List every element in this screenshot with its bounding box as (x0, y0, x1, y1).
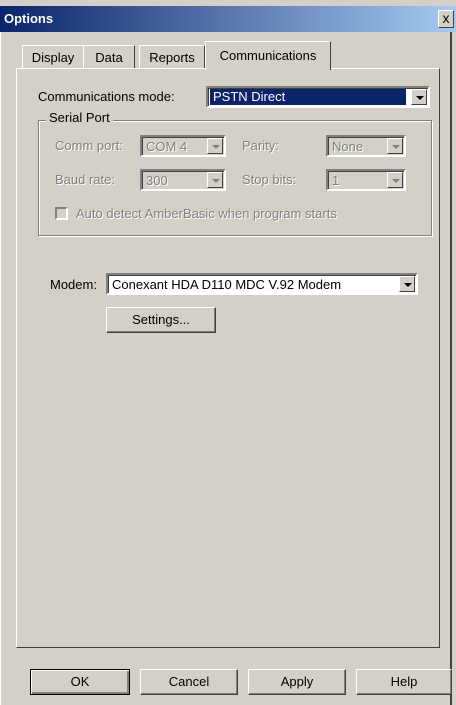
chevron-down-icon[interactable] (207, 172, 223, 188)
close-icon: x (442, 10, 450, 26)
modem-settings-button[interactable]: Settings... (106, 307, 216, 333)
cancel-button-label: Cancel (168, 674, 210, 689)
serial-port-group-title: Serial Port (46, 110, 113, 125)
title-bar[interactable]: Options x (0, 6, 456, 32)
baud-rate-value: 300 (146, 173, 168, 188)
help-button[interactable]: Help (356, 669, 452, 695)
modem-value: Conexant HDA D110 MDC V.92 Modem (112, 277, 342, 292)
stop-bits-value: 1 (332, 173, 340, 188)
communications-mode-label: Communications mode: (38, 89, 175, 104)
baud-rate-select[interactable]: 300 (140, 169, 226, 191)
chevron-down-icon[interactable] (207, 138, 223, 154)
help-button-label: Help (390, 674, 418, 689)
close-button[interactable]: x (438, 10, 454, 28)
cancel-button[interactable]: Cancel (140, 669, 238, 695)
chevron-down-icon[interactable] (387, 138, 403, 154)
tab-communications[interactable]: Communications (205, 41, 331, 70)
ok-button-label: OK (70, 674, 90, 689)
tab-data-label: Data (95, 50, 123, 65)
auto-detect-label: Auto detect AmberBasic when program star… (76, 206, 337, 221)
chevron-down-icon[interactable] (399, 276, 415, 292)
modem-label: Modem: (50, 277, 97, 292)
window-title: Options (4, 11, 54, 26)
communications-mode-select[interactable]: PSTN Direct (206, 86, 430, 108)
parity-label: Parity: (242, 138, 279, 153)
comm-port-value: COM 4 (146, 139, 188, 154)
parity-value: None (332, 139, 364, 154)
apply-button[interactable]: Apply (248, 669, 346, 695)
parity-select[interactable]: None (326, 135, 406, 157)
apply-button-label: Apply (280, 674, 314, 689)
tab-reports-label: Reports (149, 50, 195, 65)
auto-detect-checkbox[interactable] (55, 207, 68, 220)
ok-button[interactable]: OK (30, 669, 130, 695)
stop-bits-select[interactable]: 1 (326, 169, 406, 191)
communications-mode-value: PSTN Direct (210, 89, 406, 105)
stop-bits-label: Stop bits: (242, 172, 297, 187)
tab-reports[interactable]: Reports (139, 45, 205, 68)
tab-display[interactable]: Display (22, 45, 84, 68)
tab-data[interactable]: Data (83, 45, 135, 68)
comm-port-select[interactable]: COM 4 (140, 135, 226, 157)
comm-port-label: Comm port: (55, 138, 123, 153)
chevron-down-icon[interactable] (411, 89, 427, 105)
modem-select[interactable]: Conexant HDA D110 MDC V.92 Modem (106, 273, 418, 295)
chevron-down-icon[interactable] (387, 172, 403, 188)
modem-settings-label: Settings... (132, 312, 190, 327)
baud-rate-label: Baud rate: (55, 172, 115, 187)
tab-display-label: Display (31, 50, 75, 65)
tab-communications-label: Communications (219, 48, 317, 63)
